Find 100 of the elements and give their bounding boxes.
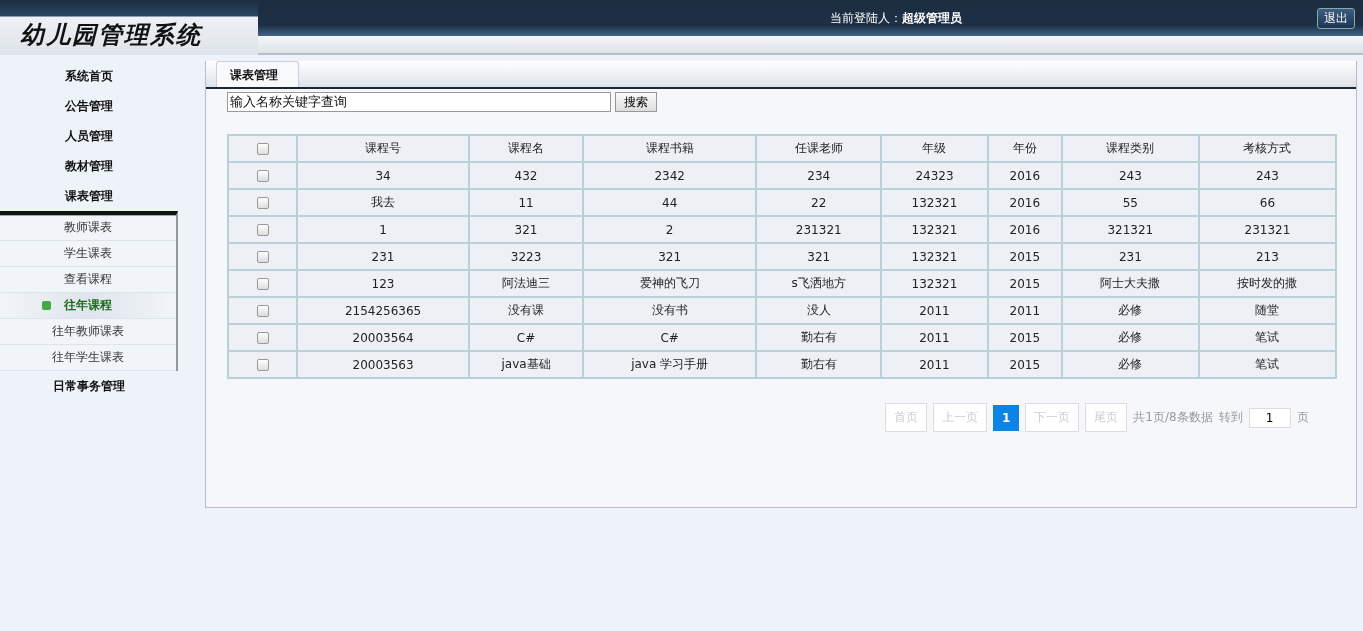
- table-cell: 234: [756, 162, 882, 189]
- table-cell: 11: [469, 189, 583, 216]
- table-cell: 笔试: [1198, 324, 1336, 351]
- table-cell: 321: [469, 216, 583, 243]
- checkbox[interactable]: [256, 305, 269, 317]
- submenu-item[interactable]: 学生课表: [0, 241, 176, 267]
- column-header: 年份: [987, 135, 1062, 162]
- table-cell: 随堂: [1198, 297, 1336, 324]
- sidebar-item[interactable]: 教材管理: [0, 151, 178, 181]
- table-cell: 132321: [881, 243, 988, 270]
- table-cell: 必修: [1061, 297, 1199, 324]
- checkbox[interactable]: [256, 197, 269, 209]
- column-header: 任课老师: [756, 135, 882, 162]
- table-cell: java基础: [469, 351, 583, 378]
- table-cell: C#: [582, 324, 757, 351]
- table-cell: 阿法迪三: [469, 270, 583, 297]
- table-cell: 没有书: [582, 297, 757, 324]
- table-cell: 231: [1061, 243, 1199, 270]
- table-cell: 2154256365: [297, 297, 470, 324]
- table-cell: 321321: [1061, 216, 1199, 243]
- table-cell: 123: [297, 270, 470, 297]
- checkbox[interactable]: [256, 332, 269, 344]
- table-cell: 2015: [987, 351, 1062, 378]
- table-cell: 我去: [297, 189, 470, 216]
- table-cell: 2342: [582, 162, 757, 189]
- table-cell: 243: [1198, 162, 1336, 189]
- table-cell: 231321: [1198, 216, 1336, 243]
- table-cell: 3223: [469, 243, 583, 270]
- table-cell: C#: [469, 324, 583, 351]
- goto-label: 转到: [1218, 409, 1243, 426]
- submenu-item[interactable]: 教师课表: [0, 215, 176, 241]
- table-cell: 321: [756, 243, 882, 270]
- checkbox[interactable]: [256, 278, 269, 290]
- checkbox[interactable]: [256, 224, 269, 236]
- column-header: 年级: [881, 135, 988, 162]
- submenu-item[interactable]: 往年课程: [0, 293, 176, 319]
- sidebar-item[interactable]: 人员管理: [0, 121, 178, 151]
- table-cell: 243: [1061, 162, 1199, 189]
- page-input[interactable]: 1: [1248, 407, 1291, 428]
- table-cell: 2016: [987, 216, 1062, 243]
- tab[interactable]: 课表管理: [216, 61, 299, 87]
- table-cell: 勤右有: [756, 324, 882, 351]
- sidebar-item[interactable]: 系统首页: [0, 61, 178, 91]
- sidebar-item[interactable]: 公告管理: [0, 91, 178, 121]
- table-cell: 2015: [987, 324, 1062, 351]
- table-cell: 必修: [1061, 324, 1199, 351]
- table-cell: 20003563: [297, 351, 470, 378]
- table-cell: 没有课: [469, 297, 583, 324]
- column-header: 课程号: [297, 135, 470, 162]
- page-unit: 页: [1296, 409, 1309, 426]
- sidebar-item[interactable]: 日常事务管理: [0, 371, 178, 401]
- checkbox[interactable]: [256, 143, 269, 155]
- table-cell: 勤右有: [756, 351, 882, 378]
- table-cell: 没人: [756, 297, 882, 324]
- page-summary: 共1页/8条数据: [1133, 409, 1213, 426]
- table-cell: 2011: [987, 297, 1062, 324]
- column-header: 课程名: [469, 135, 583, 162]
- table-cell: java 学习手册: [582, 351, 757, 378]
- table-cell: 66: [1198, 189, 1336, 216]
- table-cell: 2: [582, 216, 757, 243]
- table-cell: 55: [1061, 189, 1199, 216]
- search-field[interactable]: 输入名称关键字查询: [227, 92, 611, 112]
- table-cell: 2011: [881, 351, 988, 378]
- logout-button[interactable]: 退出: [1317, 8, 1355, 29]
- table-cell: 432: [469, 162, 583, 189]
- table-cell: 按时发的撒: [1198, 270, 1336, 297]
- table-cell: 2011: [881, 324, 988, 351]
- sidebar-item[interactable]: 课表管理: [0, 181, 178, 211]
- table-cell: 爱神的飞刀: [582, 270, 757, 297]
- table-cell: 必修: [1061, 351, 1199, 378]
- current-user-text: 当前登陆人：超级管理员: [830, 10, 962, 27]
- table-cell: 阿士大夫撒: [1061, 270, 1199, 297]
- submenu-item[interactable]: 往年教师课表: [0, 319, 176, 345]
- table-cell: 22: [756, 189, 882, 216]
- checkbox[interactable]: [256, 359, 269, 371]
- table-cell: 笔试: [1198, 351, 1336, 378]
- table-cell: 2016: [987, 162, 1062, 189]
- column-header: 课程类别: [1061, 135, 1199, 162]
- checkbox[interactable]: [256, 170, 269, 182]
- table-cell: 132321: [881, 270, 988, 297]
- page-button[interactable]: 1: [993, 404, 1020, 431]
- table-cell: 20003564: [297, 324, 470, 351]
- submenu-item[interactable]: 往年学生课表: [0, 345, 176, 371]
- table-cell: 2015: [987, 270, 1062, 297]
- table-cell: 24323: [881, 162, 988, 189]
- table-cell: 132321: [881, 189, 988, 216]
- table-cell: 2011: [881, 297, 988, 324]
- checkbox[interactable]: [256, 251, 269, 263]
- column-header: 课程书籍: [582, 135, 757, 162]
- column-header: 考核方式: [1198, 135, 1336, 162]
- table-cell: 2016: [987, 189, 1062, 216]
- table-cell: 132321: [881, 216, 988, 243]
- table-cell: 321: [582, 243, 757, 270]
- table-cell: 44: [582, 189, 757, 216]
- logo-text: 幼儿园管理系统: [20, 20, 202, 50]
- table-cell: 1: [297, 216, 470, 243]
- table-cell: 213: [1198, 243, 1336, 270]
- table-cell: 231: [297, 243, 470, 270]
- table-cell: 2015: [987, 243, 1062, 270]
- search-button[interactable]: 搜索: [615, 92, 657, 112]
